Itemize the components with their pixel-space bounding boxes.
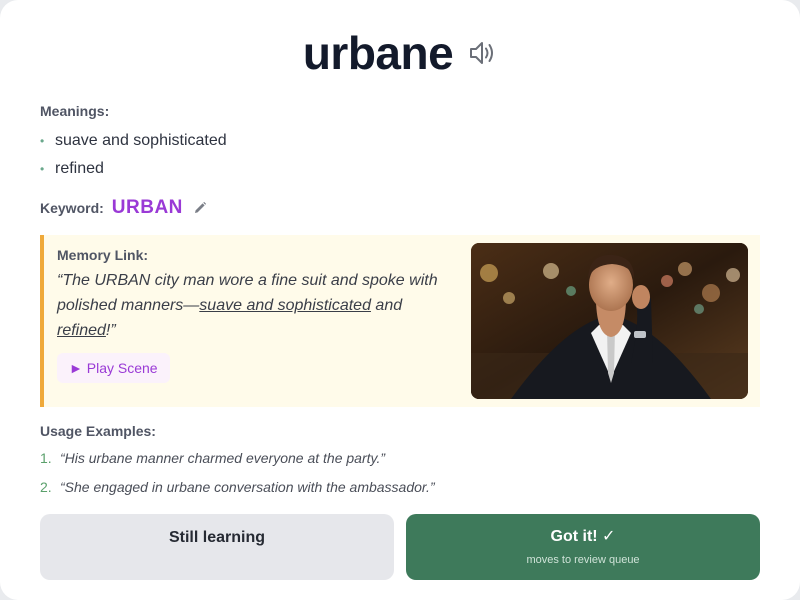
got-it-sublabel: moves to review queue (526, 554, 640, 566)
memory-link-label: Memory Link: (57, 247, 149, 263)
flashcard: urbane Meanings: • suave and sophisticate… (0, 0, 800, 600)
bullet-icon: • (40, 162, 45, 176)
got-it-button[interactable]: Got it! ✓ moves to review queue (406, 514, 760, 580)
still-learning-label: Still learning (168, 529, 265, 546)
meaning-item: • refined (40, 158, 227, 186)
got-it-label: Got it! ✓ (550, 528, 616, 545)
usage-example: 1. “His urbane manner charmed everyone at… (40, 450, 386, 466)
memory-link-box: Memory Link: “The URBAN city man wore a … (40, 235, 760, 407)
usage-examples-list: 1. “His urbane manner charmed everyone at… (40, 450, 435, 508)
word-header: urbane (0, 26, 800, 80)
keyword-row: Keyword: URBAN (40, 197, 207, 219)
meaning-item: • suave and sophisticated (40, 130, 227, 158)
meanings-label: Meanings: (40, 103, 110, 119)
still-learning-button[interactable]: Still learning (40, 514, 394, 580)
play-scene-button[interactable]: ► Play Scene (57, 353, 170, 383)
usage-example: 2. “She engaged in urbane conversation wi… (40, 479, 435, 495)
usage-examples-label: Usage Examples: (40, 423, 156, 439)
scene-illustration (471, 243, 748, 399)
keyword-label: Keyword: (40, 200, 104, 216)
speaker-icon[interactable] (467, 38, 497, 68)
bullet-icon: • (40, 134, 45, 148)
scene-image (471, 243, 748, 399)
keyword-value: URBAN (111, 197, 183, 218)
memory-link-text: “The URBAN city man wore a fine suit and… (57, 272, 438, 339)
meanings-list: • suave and sophisticated • refined (40, 130, 227, 186)
vocab-word: urbane (302, 27, 454, 79)
pencil-icon[interactable] (193, 201, 207, 215)
